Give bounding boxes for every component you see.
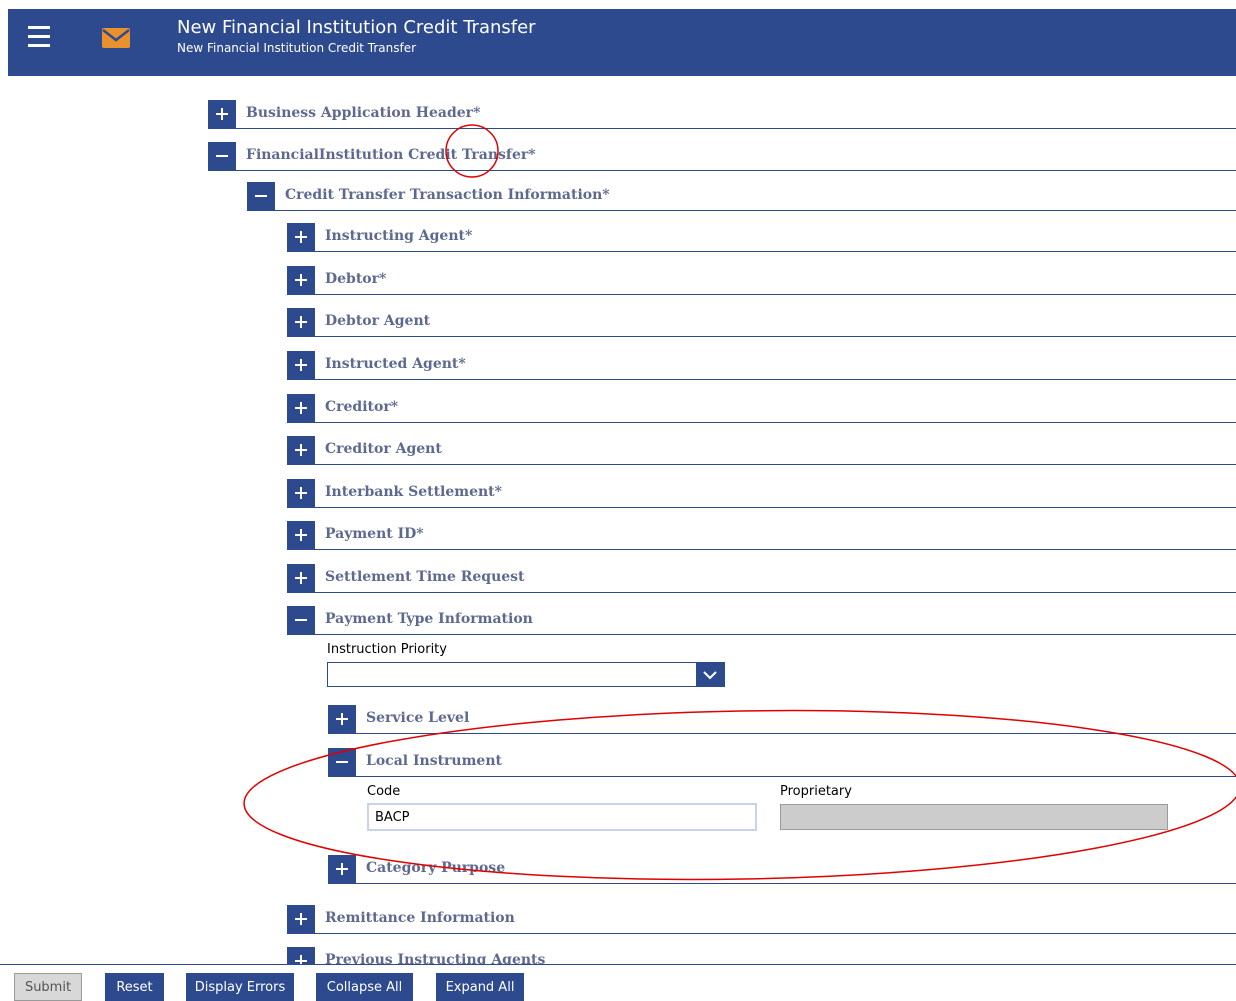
divider xyxy=(287,294,1236,295)
submit-button[interactable]: Submit xyxy=(14,973,82,1001)
section-label: Remittance Information xyxy=(325,910,515,926)
expand-icon[interactable] xyxy=(287,905,315,933)
section-settlement-time-request: Settlement Time Request xyxy=(287,564,1236,593)
section-label: Previous Instructing Agents xyxy=(325,952,546,964)
expand-icon[interactable] xyxy=(287,394,315,422)
divider xyxy=(287,933,1236,934)
divider xyxy=(287,251,1236,252)
divider xyxy=(287,379,1236,380)
reset-button[interactable]: Reset xyxy=(105,973,164,1001)
section-business-application-header: Business Application Header* xyxy=(208,100,1236,129)
expand-icon[interactable] xyxy=(208,100,236,128)
app-header: New Financial Institution Credit Transfe… xyxy=(8,9,1236,76)
proprietary-input xyxy=(780,804,1168,830)
expand-icon[interactable] xyxy=(287,479,315,507)
divider xyxy=(287,634,1236,635)
section-label: Debtor Agent xyxy=(325,313,431,329)
expand-icon[interactable] xyxy=(287,436,315,464)
collapse-icon[interactable] xyxy=(208,142,236,170)
section-instructed-agent: Instructed Agent* xyxy=(287,351,1236,380)
section-label: Business Application Header* xyxy=(246,105,481,121)
section-label: Instructing Agent* xyxy=(325,228,473,244)
section-financial-institution-credit-transfer: FinancialInstitution Credit Transfer* xyxy=(208,142,1236,171)
section-category-purpose: Category Purpose xyxy=(328,855,1236,884)
page-title: New Financial Institution Credit Transfe… xyxy=(177,17,536,38)
expand-icon[interactable] xyxy=(287,947,315,964)
section-label: Credit Transfer Transaction Information* xyxy=(285,187,610,203)
section-label: Category Purpose xyxy=(366,860,506,876)
expand-icon[interactable] xyxy=(287,564,315,592)
section-debtor: Debtor* xyxy=(287,266,1236,295)
divider xyxy=(287,507,1236,508)
section-label: Creditor Agent xyxy=(325,441,442,457)
chevron-down-icon[interactable] xyxy=(696,663,724,686)
divider xyxy=(328,776,1236,777)
section-label: Payment ID* xyxy=(325,526,424,542)
expand-icon[interactable] xyxy=(287,351,315,379)
hamburger-menu-icon[interactable] xyxy=(28,26,50,48)
section-interbank-settlement: Interbank Settlement* xyxy=(287,479,1236,508)
section-payment-id: Payment ID* xyxy=(287,521,1236,550)
expand-icon[interactable] xyxy=(287,223,315,251)
section-instructing-agent: Instructing Agent* xyxy=(287,223,1236,252)
section-credit-transfer-transaction-information: Credit Transfer Transaction Information* xyxy=(247,182,1236,211)
divider xyxy=(287,549,1236,550)
expand-icon[interactable] xyxy=(287,266,315,294)
collapse-icon[interactable] xyxy=(328,748,356,776)
code-input[interactable] xyxy=(367,803,757,831)
section-label: FinancialInstitution Credit Transfer* xyxy=(246,147,536,163)
section-creditor: Creditor* xyxy=(287,394,1236,423)
section-label: Instructed Agent* xyxy=(325,356,466,372)
divider xyxy=(208,128,1236,129)
divider xyxy=(287,592,1236,593)
divider xyxy=(208,170,1236,171)
instruction-priority-select[interactable] xyxy=(327,662,725,687)
page-subtitle: New Financial Institution Credit Transfe… xyxy=(177,41,417,55)
divider xyxy=(287,336,1236,337)
expand-icon[interactable] xyxy=(287,308,315,336)
section-label: Payment Type Information xyxy=(325,611,533,627)
section-label: Service Level xyxy=(366,710,470,726)
divider xyxy=(328,733,1236,734)
mail-icon[interactable] xyxy=(101,27,131,49)
expand-icon[interactable] xyxy=(328,855,356,883)
section-label: Debtor* xyxy=(325,271,387,287)
divider xyxy=(287,464,1236,465)
section-local-instrument: Local Instrument xyxy=(328,748,1236,777)
section-debtor-agent: Debtor Agent xyxy=(287,308,1236,337)
section-remittance-information: Remittance Information xyxy=(287,905,1236,934)
section-label: Interbank Settlement* xyxy=(325,484,502,500)
instruction-priority-label: Instruction Priority xyxy=(327,642,447,657)
section-label: Settlement Time Request xyxy=(325,569,525,585)
divider xyxy=(287,422,1236,423)
section-label: Creditor* xyxy=(325,399,399,415)
divider xyxy=(328,883,1236,884)
divider xyxy=(247,210,1236,211)
collapse-icon[interactable] xyxy=(287,606,315,634)
expand-all-button[interactable]: Expand All xyxy=(436,973,524,1001)
section-service-level: Service Level xyxy=(328,705,1236,734)
display-errors-button[interactable]: Display Errors xyxy=(186,973,294,1001)
section-previous-instructing-agents: Previous Instructing Agents xyxy=(287,947,1236,964)
section-label: Local Instrument xyxy=(366,753,502,769)
collapse-icon[interactable] xyxy=(247,182,275,210)
section-creditor-agent: Creditor Agent xyxy=(287,436,1236,465)
expand-icon[interactable] xyxy=(287,521,315,549)
proprietary-label: Proprietary xyxy=(780,784,852,799)
collapse-all-button[interactable]: Collapse All xyxy=(316,973,413,1001)
code-label: Code xyxy=(367,784,401,799)
section-payment-type-information: Payment Type Information xyxy=(287,606,1236,635)
footer-divider xyxy=(0,964,1236,965)
expand-icon[interactable] xyxy=(328,705,356,733)
